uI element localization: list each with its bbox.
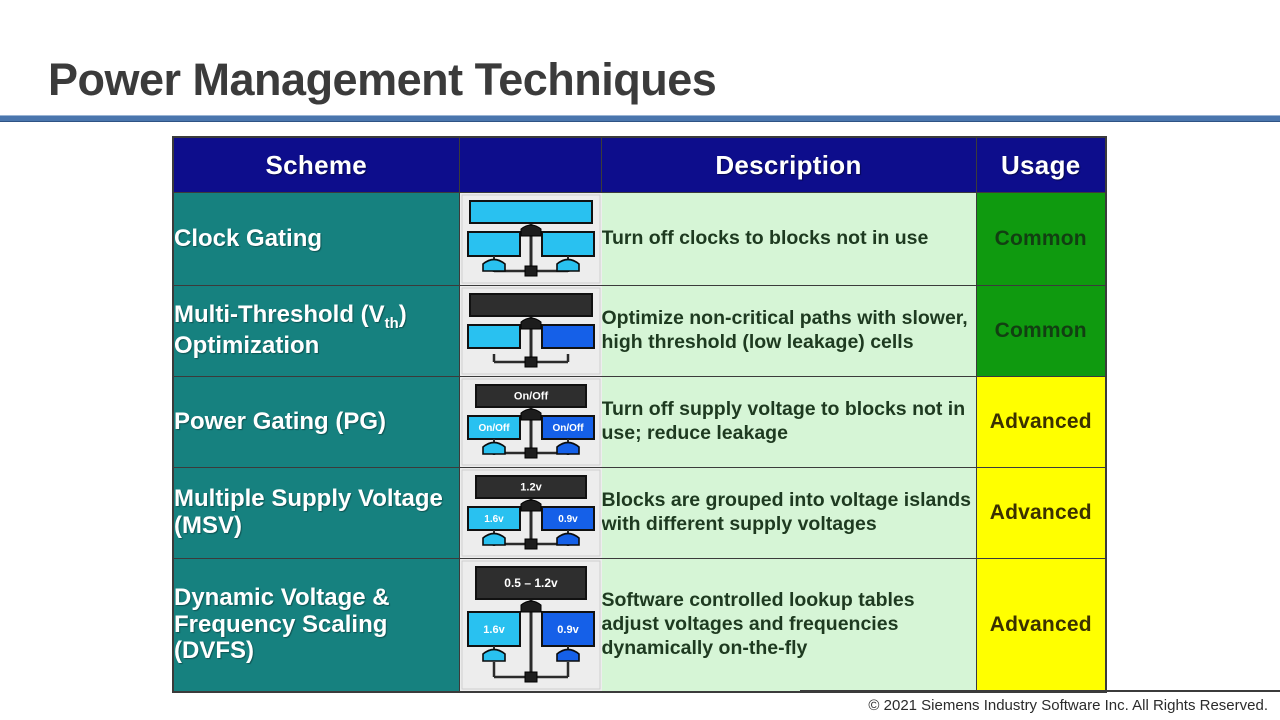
table-row: Multi-Threshold (Vth) Optimization Optimi… bbox=[172, 285, 1107, 377]
diagram-cell: 1.2v 1.6v 0.9v bbox=[458, 467, 602, 559]
description-cell: Optimize non-critical paths with slower,… bbox=[600, 285, 977, 377]
power-management-table: Scheme Description Usage Clock Gating Tur… bbox=[172, 136, 1107, 693]
footer-divider bbox=[800, 690, 1280, 692]
table-body: Clock Gating Turn off clocks to blocks no… bbox=[172, 192, 1107, 693]
svg-text:0.5 – 1.2v: 0.5 – 1.2v bbox=[504, 576, 558, 590]
diagram-cell: 0.5 – 1.2v 1.6v 0.9v bbox=[458, 558, 602, 693]
svg-text:On/Off: On/Off bbox=[513, 391, 548, 403]
table-row: Multiple Supply Voltage (MSV) 1.2v 1.6v 0.9… bbox=[172, 467, 1107, 559]
column-header-diagram bbox=[458, 136, 602, 193]
scheme-diagram bbox=[459, 286, 602, 376]
title-divider bbox=[0, 115, 1280, 122]
diagram-cell: On/Off On/Off On/Off bbox=[458, 376, 602, 468]
scheme-cell: Dynamic Voltage & Frequency Scaling (DVFS… bbox=[172, 558, 460, 693]
svg-text:On/Off: On/Off bbox=[478, 423, 510, 434]
scheme-cell: Multi-Threshold (Vth) Optimization bbox=[172, 285, 460, 377]
table-row: Clock Gating Turn off clocks to blocks no… bbox=[172, 192, 1107, 286]
scheme-diagram: 1.2v 1.6v 0.9v bbox=[459, 468, 602, 558]
description-cell: Turn off supply voltage to blocks not in… bbox=[600, 376, 977, 468]
table-row: Power Gating (PG) On/Off On/Off On/Off Turn … bbox=[172, 376, 1107, 468]
svg-text:On/Off: On/Off bbox=[552, 423, 584, 434]
column-header-usage: Usage bbox=[975, 136, 1107, 193]
svg-text:1.6v: 1.6v bbox=[484, 514, 504, 525]
usage-badge: Common bbox=[975, 285, 1107, 377]
usage-badge: Advanced bbox=[975, 467, 1107, 559]
description-cell: Turn off clocks to blocks not in use bbox=[600, 192, 977, 286]
scheme-diagram: 0.5 – 1.2v 1.6v 0.9v bbox=[459, 559, 602, 691]
svg-text:1.6v: 1.6v bbox=[483, 624, 505, 636]
description-cell: Blocks are grouped into voltage islands … bbox=[600, 467, 977, 559]
slide-canvas: Power Management Techniques Scheme Descr… bbox=[0, 0, 1280, 720]
diagram-cell bbox=[458, 285, 602, 377]
usage-badge: Advanced bbox=[975, 558, 1107, 693]
scheme-diagram: On/Off On/Off On/Off bbox=[459, 377, 602, 467]
scheme-cell: Multiple Supply Voltage (MSV) bbox=[172, 467, 460, 559]
diagram-cell bbox=[458, 192, 602, 286]
page-title: Power Management Techniques bbox=[48, 54, 717, 105]
usage-badge: Advanced bbox=[975, 376, 1107, 468]
usage-badge: Common bbox=[975, 192, 1107, 286]
column-header-scheme: Scheme bbox=[172, 136, 460, 193]
table-header-row: Scheme Description Usage bbox=[172, 136, 1107, 193]
svg-text:1.2v: 1.2v bbox=[520, 482, 542, 494]
scheme-diagram bbox=[459, 193, 602, 285]
table-row: Dynamic Voltage & Frequency Scaling (DVFS… bbox=[172, 558, 1107, 693]
copyright-footer: © 2021 Siemens Industry Software Inc. Al… bbox=[868, 697, 1268, 714]
svg-text:0.9v: 0.9v bbox=[557, 624, 579, 636]
svg-text:0.9v: 0.9v bbox=[558, 514, 578, 525]
scheme-cell: Clock Gating bbox=[172, 192, 460, 286]
description-cell: Software controlled lookup tables adjust… bbox=[600, 558, 977, 693]
column-header-description: Description bbox=[600, 136, 977, 193]
scheme-cell: Power Gating (PG) bbox=[172, 376, 460, 468]
